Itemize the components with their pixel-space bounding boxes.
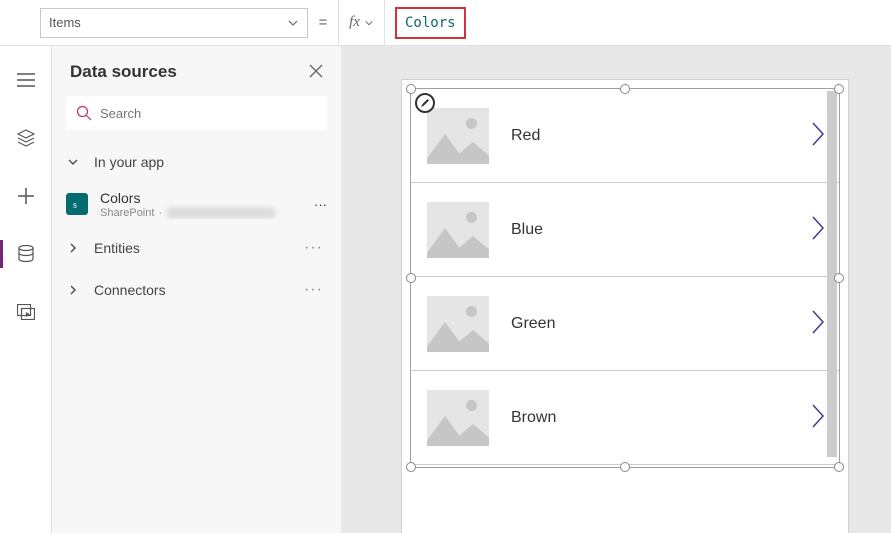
chevron-right-icon bbox=[811, 309, 825, 335]
fx-icon: fx bbox=[349, 14, 360, 31]
gallery-control[interactable]: Red Blue Green bbox=[410, 88, 840, 468]
gallery-row[interactable]: Blue bbox=[411, 183, 839, 277]
chevron-right-icon bbox=[66, 242, 80, 254]
svg-text:s: s bbox=[73, 200, 77, 211]
selection-handle[interactable] bbox=[406, 273, 416, 283]
image-placeholder bbox=[427, 202, 489, 258]
chevron-down-icon bbox=[364, 18, 374, 28]
close-icon bbox=[309, 64, 323, 78]
section-connectors[interactable]: Connectors ··· bbox=[52, 269, 341, 311]
pencil-icon bbox=[420, 98, 430, 108]
screen-frame: Red Blue Green bbox=[402, 80, 848, 533]
section-label: In your app bbox=[94, 154, 309, 170]
search-box[interactable] bbox=[66, 96, 327, 130]
rail-add[interactable] bbox=[4, 180, 48, 212]
panel-header: Data sources bbox=[52, 46, 341, 92]
rail-tree-view[interactable] bbox=[4, 64, 48, 96]
chevron-down-icon bbox=[287, 17, 299, 29]
property-name: Items bbox=[49, 15, 81, 30]
section-entities[interactable]: Entities ··· bbox=[52, 227, 341, 269]
formula-toolbar: Items = fx Colors bbox=[0, 0, 891, 46]
layers-icon bbox=[17, 129, 35, 147]
media-icon bbox=[17, 304, 35, 320]
formula-input[interactable]: Colors bbox=[384, 0, 891, 46]
database-icon bbox=[18, 245, 34, 263]
selection-handle[interactable] bbox=[406, 462, 416, 472]
datasource-subtitle: SharePoint· bbox=[100, 207, 302, 219]
image-placeholder bbox=[427, 296, 489, 352]
search-input[interactable] bbox=[100, 106, 317, 121]
row-title: Blue bbox=[511, 221, 789, 239]
edit-template-button[interactable] bbox=[415, 93, 435, 113]
selection-handle[interactable] bbox=[834, 273, 844, 283]
gallery-row[interactable]: Brown bbox=[411, 371, 839, 465]
redacted-text bbox=[166, 207, 276, 219]
row-title: Green bbox=[511, 315, 789, 333]
gallery-row[interactable]: Green bbox=[411, 277, 839, 371]
gallery-row[interactable]: Red bbox=[411, 89, 839, 183]
row-arrow[interactable] bbox=[811, 121, 825, 150]
datasource-text: Colors SharePoint· bbox=[100, 190, 302, 219]
rail-insert[interactable] bbox=[4, 122, 48, 154]
row-arrow[interactable] bbox=[811, 403, 825, 432]
sharepoint-icon: s bbox=[66, 193, 88, 215]
search-icon bbox=[76, 105, 92, 121]
property-dropdown[interactable]: Items bbox=[40, 8, 308, 38]
fx-button[interactable]: fx bbox=[338, 0, 384, 46]
main-area: Data sources In your app ­ s Colors Shar… bbox=[0, 46, 891, 533]
chevron-down-icon bbox=[66, 156, 80, 168]
row-title: Brown bbox=[511, 409, 789, 427]
image-placeholder bbox=[427, 390, 489, 446]
plus-icon bbox=[18, 188, 34, 204]
row-arrow[interactable] bbox=[811, 309, 825, 338]
formula-text: Colors bbox=[395, 7, 466, 39]
rail-media[interactable] bbox=[4, 296, 48, 328]
image-placeholder bbox=[427, 108, 489, 164]
hamburger-icon bbox=[17, 73, 35, 87]
chevron-right-icon bbox=[811, 121, 825, 147]
row-arrow[interactable] bbox=[811, 215, 825, 244]
selection-handle[interactable] bbox=[406, 84, 416, 94]
section-label: Connectors bbox=[94, 282, 290, 298]
selection-handle[interactable] bbox=[620, 462, 630, 472]
datasource-more-button[interactable]: ··· bbox=[314, 197, 327, 212]
data-sources-panel: Data sources In your app ­ s Colors Shar… bbox=[52, 46, 342, 533]
selection-handle[interactable] bbox=[834, 462, 844, 472]
section-more-button[interactable]: ··· bbox=[304, 281, 327, 299]
section-label: Entities bbox=[94, 240, 290, 256]
row-title: Red bbox=[511, 127, 789, 145]
left-rail bbox=[0, 46, 52, 533]
close-panel-button[interactable] bbox=[309, 64, 323, 81]
canvas[interactable]: Red Blue Green bbox=[342, 46, 891, 533]
selection-handle[interactable] bbox=[834, 84, 844, 94]
panel-title: Data sources bbox=[70, 62, 177, 82]
rail-data[interactable] bbox=[4, 238, 48, 270]
datasource-colors[interactable]: s Colors SharePoint· ··· bbox=[52, 182, 341, 227]
selection-handle[interactable] bbox=[620, 84, 630, 94]
datasource-name: Colors bbox=[100, 190, 302, 207]
chevron-right-icon bbox=[811, 403, 825, 429]
chevron-right-icon bbox=[811, 215, 825, 241]
section-in-your-app[interactable]: In your app ­ bbox=[52, 142, 341, 182]
equals-sign: = bbox=[308, 14, 338, 31]
chevron-right-icon bbox=[66, 284, 80, 296]
section-more-button[interactable]: ··· bbox=[304, 239, 327, 257]
